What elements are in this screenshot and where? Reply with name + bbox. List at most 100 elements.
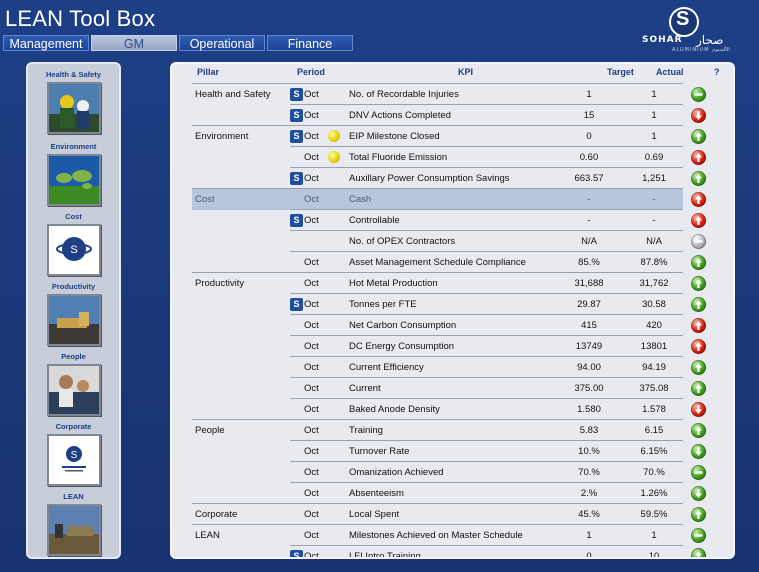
kpi-cell[interactable]: Current (346, 377, 553, 399)
kpi-cell[interactable]: EIP Milestone Closed (346, 125, 553, 147)
s-icon-cell[interactable] (290, 503, 304, 525)
s-icon-cell[interactable] (290, 356, 304, 378)
indicator-cell (328, 335, 346, 357)
s-link-icon[interactable]: S (290, 171, 303, 185)
table-row[interactable]: Oct Turnover Rate 10.% 6.15% (192, 440, 713, 462)
table-row[interactable]: LEAN Oct Milestones Achieved on Master Sch… (192, 524, 713, 546)
table-row[interactable]: Environment S Oct EIP Milestone Closed 0 1 (192, 125, 713, 147)
table-row[interactable]: S Oct DNV Actions Completed 15 1 (192, 104, 713, 126)
table-row[interactable]: Oct Asset Management Schedule Compliance 8… (192, 251, 713, 273)
s-icon-cell[interactable] (290, 251, 304, 273)
s-link-icon[interactable]: S (290, 549, 303, 557)
kpi-cell[interactable]: DNV Actions Completed (346, 104, 553, 126)
table-row[interactable]: S Oct Tonnes per FTE 29.87 30.58 (192, 293, 713, 315)
period-cell: Oct (304, 503, 328, 525)
kpi-cell[interactable]: Cash (346, 188, 553, 210)
kpi-cell[interactable]: Auxillary Power Consumption Savings (346, 167, 553, 189)
green-down-status-icon (690, 443, 706, 459)
s-icon-cell[interactable] (290, 440, 304, 462)
kpi-cell[interactable]: LFI Intro Training (346, 545, 553, 557)
s-icon-cell[interactable] (290, 335, 304, 357)
s-icon-cell[interactable] (290, 482, 304, 504)
kpi-cell[interactable]: Training (346, 419, 553, 441)
kpi-cell[interactable]: Milestones Achieved on Master Schedule (346, 524, 553, 546)
table-row[interactable]: Oct Current Efficiency 94.00 94.19 (192, 356, 713, 378)
kpi-cell[interactable]: Controllable (346, 209, 553, 231)
s-link-icon[interactable]: S (290, 213, 303, 227)
table-row[interactable]: Cost Oct Cash - - (192, 188, 713, 210)
indicator-cell (328, 461, 346, 483)
sidebar-item-health-safety[interactable]: Health & Safety (28, 70, 119, 134)
kpi-cell[interactable]: No. of OPEX Contractors (346, 230, 553, 252)
s-link-icon[interactable]: S (290, 297, 303, 311)
kpi-cell[interactable]: DC Energy Consumption (346, 335, 553, 357)
s-icon-cell[interactable]: S (290, 104, 304, 126)
sidebar-item-environment[interactable]: Environment (28, 142, 119, 206)
s-icon-cell[interactable] (290, 377, 304, 399)
s-icon-cell[interactable] (290, 230, 304, 252)
table-row[interactable]: People Oct Training 5.83 6.15 (192, 419, 713, 441)
status-cell (683, 525, 713, 546)
kpi-cell[interactable]: No. of Recordable Injuries (346, 83, 553, 105)
table-row[interactable]: Health and Safety S Oct No. of Recordable I… (192, 83, 713, 105)
table-row[interactable]: Corporate Oct Local Spent 45.% 59.5% (192, 503, 713, 525)
tab-operational[interactable]: Operational (179, 35, 265, 51)
s-icon-cell[interactable] (290, 398, 304, 420)
sidebar-item-productivity[interactable]: Productivity (28, 282, 119, 346)
s-icon-cell[interactable] (290, 146, 304, 168)
tab-gm[interactable]: GM (91, 35, 177, 51)
s-icon-cell[interactable] (290, 419, 304, 441)
actual-cell: - (625, 188, 683, 210)
target-cell: 45.% (553, 503, 625, 525)
kpi-cell[interactable]: Total Fluoride Emission (346, 146, 553, 168)
s-icon-cell[interactable] (290, 524, 304, 546)
tab-finance[interactable]: Finance (267, 35, 353, 51)
period-cell: Oct (304, 482, 328, 504)
s-link-icon[interactable]: S (290, 129, 303, 143)
sidebar-item-cost[interactable]: Cost S (28, 212, 119, 276)
kpi-cell[interactable]: Absenteeism (346, 482, 553, 504)
s-icon-cell[interactable] (290, 314, 304, 336)
table-row[interactable]: Oct Absenteeism 2.% 1.26% (192, 482, 713, 504)
table-row[interactable]: Oct DC Energy Consumption 13749 13801 (192, 335, 713, 357)
tab-management[interactable]: Management (3, 35, 89, 51)
kpi-cell[interactable]: Hot Metal Production (346, 272, 553, 294)
table-row[interactable]: S Oct Auxillary Power Consumption Savings 6… (192, 167, 713, 189)
kpi-cell[interactable]: Asset Management Schedule Compliance (346, 251, 553, 273)
kpi-cell[interactable]: Tonnes per FTE (346, 293, 553, 315)
s-icon-cell[interactable]: S (290, 209, 304, 231)
s-icon-cell[interactable]: S (290, 293, 304, 315)
kpi-cell[interactable]: Local Spent (346, 503, 553, 525)
table-row[interactable]: Oct Baked Anode Density 1.580 1.578 (192, 398, 713, 420)
table-row[interactable]: Oct Total Fluoride Emission 0.60 0.69 (192, 146, 713, 168)
table-row[interactable]: Oct Current 375.00 375.08 (192, 377, 713, 399)
s-link-icon[interactable]: S (290, 87, 303, 101)
s-icon-cell[interactable]: S (290, 83, 304, 105)
actual-cell: - (625, 209, 683, 231)
kpi-cell[interactable]: Omanization Achieved (346, 461, 553, 483)
table-row[interactable]: S Oct LFI Intro Training 0 10 (192, 545, 713, 557)
status-cell (683, 252, 713, 273)
kpi-cell[interactable]: Turnover Rate (346, 440, 553, 462)
s-link-icon[interactable]: S (290, 108, 303, 122)
table-row[interactable]: Productivity Oct Hot Metal Production 31,68… (192, 272, 713, 294)
sidebar-item-corporate[interactable]: Corporate S (28, 422, 119, 486)
sidebar-item-lean[interactable]: LEAN (28, 492, 119, 556)
sidebar-item-people[interactable]: People (28, 352, 119, 416)
kpi-cell[interactable]: Net Carbon Consumption (346, 314, 553, 336)
s-icon-cell[interactable] (290, 272, 304, 294)
s-icon-cell[interactable] (290, 188, 304, 210)
green-down-status-icon (690, 485, 706, 501)
s-icon-cell[interactable] (290, 461, 304, 483)
table-row[interactable]: Oct Net Carbon Consumption 415 420 (192, 314, 713, 336)
s-icon-cell[interactable]: S (290, 545, 304, 557)
actual-cell: 1 (625, 83, 683, 105)
kpi-cell[interactable]: Baked Anode Density (346, 398, 553, 420)
s-icon-cell[interactable]: S (290, 167, 304, 189)
table-row[interactable]: Oct Omanization Achieved 70.% 70.% (192, 461, 713, 483)
table-row[interactable]: S Oct Controllable - - (192, 209, 713, 231)
plant-photo-icon (46, 294, 101, 346)
table-row[interactable]: No. of OPEX Contractors N/A N/A (192, 230, 713, 252)
s-icon-cell[interactable]: S (290, 125, 304, 147)
kpi-cell[interactable]: Current Efficiency (346, 356, 553, 378)
